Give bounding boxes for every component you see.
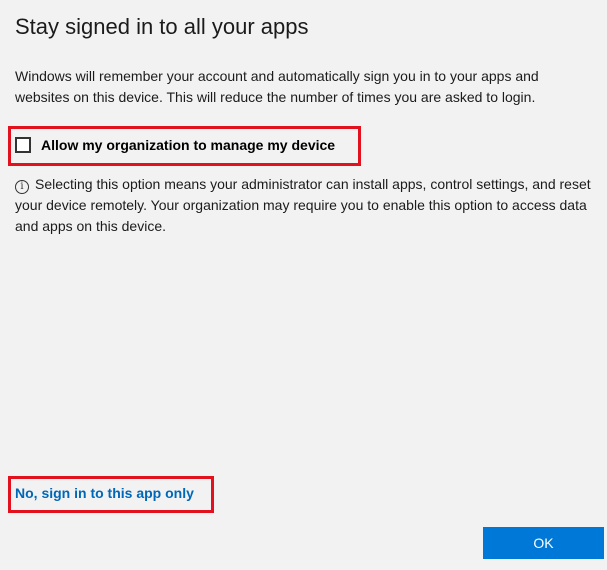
info-text: Selecting this option means your adminis…: [15, 176, 591, 234]
checkbox-unchecked-icon[interactable]: [15, 137, 31, 153]
manage-device-checkbox-label[interactable]: Allow my organization to manage my devic…: [41, 137, 335, 153]
sign-in-this-app-only-link[interactable]: No, sign in to this app only: [15, 485, 194, 501]
dialog-title: Stay signed in to all your apps: [15, 14, 309, 39]
info-message: i Selecting this option means your admini…: [15, 174, 595, 237]
ok-button[interactable]: OK: [483, 527, 604, 559]
dialog-description: Windows will remember your account and a…: [15, 68, 539, 105]
manage-device-checkbox[interactable]: Allow my organization to manage my devic…: [15, 137, 335, 153]
stay-signed-in-dialog: Stay signed in to all your apps Windows …: [0, 0, 607, 570]
info-icon: i: [15, 180, 29, 194]
